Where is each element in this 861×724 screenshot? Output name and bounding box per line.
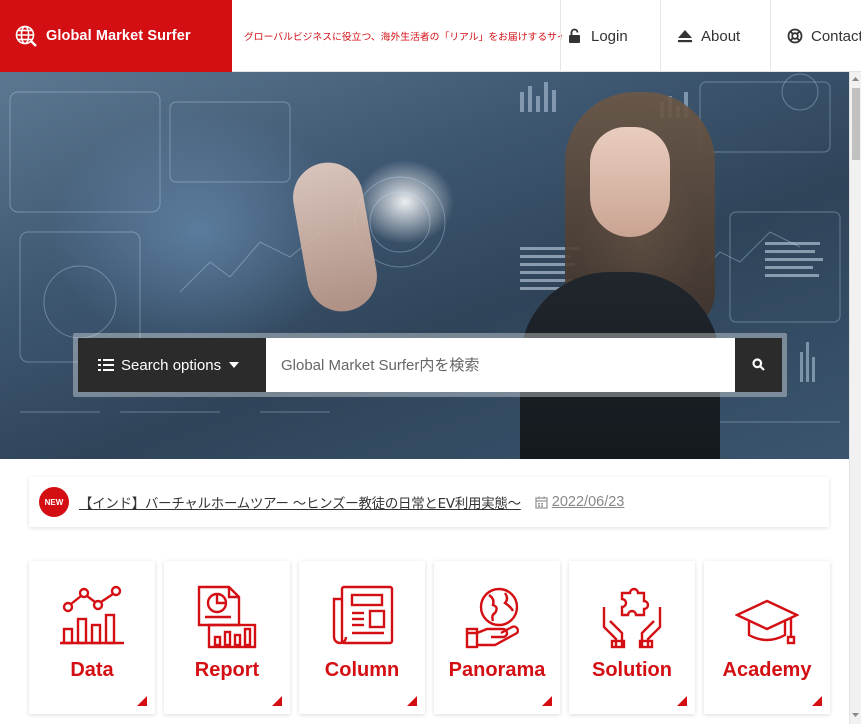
category-label-column: Column bbox=[324, 659, 400, 681]
search-input[interactable] bbox=[266, 338, 735, 392]
nav-login[interactable]: Login bbox=[560, 0, 660, 72]
report-document-icon bbox=[164, 585, 290, 649]
new-badge: NEW bbox=[39, 487, 69, 517]
page: Global Market Surfer グローバルビジネスに役立つ、海外生活者… bbox=[0, 0, 861, 724]
hero-person-face bbox=[590, 127, 670, 237]
hero-banner bbox=[0, 72, 849, 459]
scrollbar-thumb[interactable] bbox=[852, 88, 860, 160]
category-label-academy: Academy bbox=[722, 659, 812, 681]
search-icon bbox=[752, 356, 765, 375]
category-card-academy[interactable]: Academy bbox=[704, 561, 830, 714]
page-scrollbar[interactable] bbox=[849, 72, 861, 724]
corner-triangle-icon bbox=[812, 696, 822, 706]
category-card-data[interactable]: Data bbox=[29, 561, 155, 714]
category-label-solution: Solution bbox=[592, 659, 672, 681]
category-cards: Data Report Column Panorama Solution Aca… bbox=[29, 561, 834, 716]
category-card-panorama[interactable]: Panorama bbox=[434, 561, 560, 714]
site-logo[interactable]: Global Market Surfer bbox=[0, 0, 232, 72]
lifebuoy-icon bbox=[787, 28, 803, 44]
news-headline-link[interactable]: 【インド】バーチャルホームツアー ～ヒンズー教徒の日常とEV利用実態～ bbox=[79, 492, 521, 512]
news-ticker: NEW 【インド】バーチャルホームツアー ～ヒンズー教徒の日常とEV利用実態～ … bbox=[29, 477, 829, 527]
hero-hologram-graphics bbox=[9, 73, 841, 433]
calendar-icon bbox=[535, 496, 548, 509]
puzzle-hands-icon bbox=[569, 585, 695, 649]
news-date[interactable]: 2022/06/23 bbox=[535, 494, 625, 510]
graduation-cap-icon bbox=[704, 585, 830, 649]
search-button[interactable] bbox=[735, 338, 782, 392]
corner-triangle-icon bbox=[272, 696, 282, 706]
nav-about[interactable]: About bbox=[660, 0, 770, 72]
category-card-column[interactable]: Column bbox=[299, 561, 425, 714]
nav-contact-label: Contact bbox=[811, 27, 861, 45]
corner-triangle-icon bbox=[407, 696, 417, 706]
nav-about-label: About bbox=[701, 27, 741, 45]
scroll-up-arrow-icon[interactable] bbox=[850, 74, 861, 84]
corner-triangle-icon bbox=[542, 696, 552, 706]
corner-triangle-icon bbox=[677, 696, 687, 706]
scroll-down-arrow-icon[interactable] bbox=[850, 710, 861, 720]
nav-contact[interactable]: Contact bbox=[770, 0, 861, 72]
eject-icon bbox=[677, 29, 693, 43]
site-tagline: グローバルビジネスに役立つ、海外生活者の「リアル」をお届けするサイト bbox=[244, 32, 562, 43]
nav-login-label: Login bbox=[591, 27, 628, 45]
list-check-icon bbox=[98, 358, 114, 372]
site-header: Global Market Surfer グローバルビジネスに役立つ、海外生活者… bbox=[0, 0, 861, 72]
search-options-label: Search options bbox=[121, 356, 222, 374]
search-inner: Search options bbox=[78, 338, 782, 392]
globe-hand-icon bbox=[434, 585, 560, 649]
newspaper-icon bbox=[299, 585, 425, 649]
unlock-icon bbox=[567, 28, 583, 44]
category-label-report: Report bbox=[194, 659, 260, 681]
data-chart-icon bbox=[29, 585, 155, 649]
corner-triangle-icon bbox=[137, 696, 147, 706]
logo-text: Global Market Surfer bbox=[46, 28, 191, 44]
category-card-solution[interactable]: Solution bbox=[569, 561, 695, 714]
caret-down-icon bbox=[229, 362, 240, 368]
category-card-report[interactable]: Report bbox=[164, 561, 290, 714]
search-options-dropdown[interactable]: Search options bbox=[78, 338, 266, 392]
news-date-label: 2022/06/23 bbox=[551, 494, 625, 510]
category-label-panorama: Panorama bbox=[448, 659, 546, 681]
globe-logo-icon bbox=[14, 24, 38, 48]
category-label-data: Data bbox=[70, 659, 114, 681]
search-bar: Search options bbox=[73, 333, 787, 397]
